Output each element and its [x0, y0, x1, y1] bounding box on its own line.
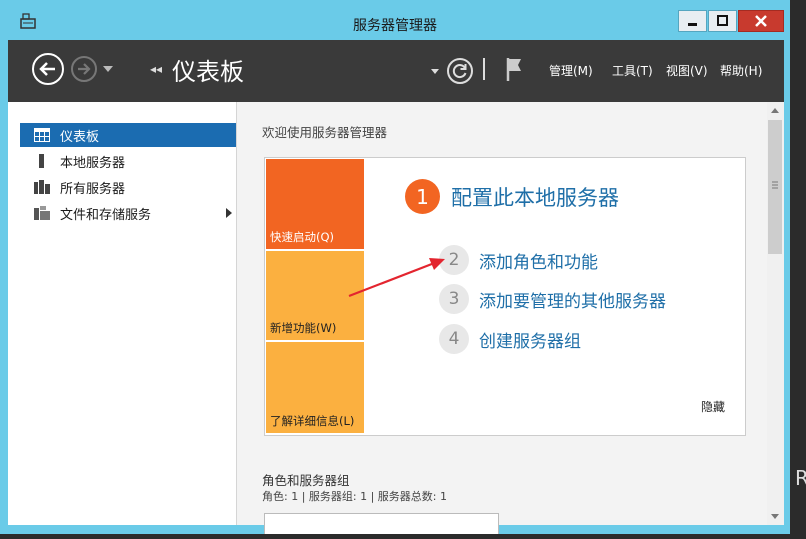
nav-item-label: 本地服务器 — [60, 155, 126, 171]
background-edge-text: R — [795, 466, 806, 490]
minimize-button[interactable] — [678, 10, 707, 32]
tile-label: 快速启动(Q) — [270, 230, 335, 244]
step-number-badge: 1 — [405, 179, 440, 214]
server-manager-window: 服务器管理器 ◂◂ 仪表板 管理(M) 工具(T) 视图(V) 帮助(H) 仪表… — [0, 0, 790, 534]
step-add-other-servers[interactable]: 3 添加要管理的其他服务器 — [439, 284, 666, 314]
local-server-icon — [34, 154, 50, 168]
scroll-down-icon[interactable] — [771, 514, 779, 519]
step-add-roles-features[interactable]: 2 添加角色和功能 — [439, 245, 598, 275]
dashboard-icon — [34, 128, 50, 142]
notifications-flag-icon[interactable] — [505, 56, 525, 86]
menu-view[interactable]: 视图(V) — [666, 62, 708, 79]
close-button[interactable] — [738, 10, 784, 32]
role-tile[interactable] — [264, 513, 499, 534]
step-create-server-group[interactable]: 4 创建服务器组 — [439, 324, 581, 354]
back-button[interactable] — [32, 53, 64, 85]
tile-label: 新增功能(W) — [270, 321, 337, 335]
refresh-button[interactable] — [447, 58, 473, 84]
menu-tools[interactable]: 工具(T) — [612, 62, 653, 79]
navigation-pane: 仪表板 本地服务器 所有服务器 文件和存储服务 — [8, 102, 237, 525]
dashboard-content: 欢迎使用服务器管理器 快速启动(Q) 新增功能(W) 了解详细信息(L) 1 配… — [237, 102, 767, 534]
refresh-dropdown-icon[interactable] — [431, 69, 439, 74]
tile-label: 了解详细信息(L) — [270, 414, 355, 428]
nav-item-file-storage[interactable]: 文件和存储服务 — [20, 201, 236, 225]
step-configure-local-server[interactable]: 1 配置此本地服务器 — [405, 179, 619, 214]
step-label[interactable]: 添加要管理的其他服务器 — [479, 287, 666, 312]
step-number-badge: 4 — [439, 324, 469, 354]
vertical-scrollbar[interactable] — [767, 102, 784, 525]
refresh-icon — [452, 64, 467, 79]
toolbar: ◂◂ 仪表板 管理(M) 工具(T) 视图(V) 帮助(H) — [8, 40, 784, 102]
file-storage-icon — [34, 206, 50, 220]
maximize-button[interactable] — [708, 10, 737, 32]
history-dropdown-icon[interactable] — [103, 66, 113, 72]
nav-item-local-server[interactable]: 本地服务器 — [20, 149, 236, 173]
step-label[interactable]: 创建服务器组 — [479, 327, 581, 352]
menu-help[interactable]: 帮助(H) — [720, 62, 762, 79]
nav-item-label: 文件和存储服务 — [60, 207, 152, 223]
nav-item-all-servers[interactable]: 所有服务器 — [20, 175, 236, 199]
scrollbar-thumb[interactable] — [768, 120, 782, 254]
nav-item-label: 所有服务器 — [60, 181, 126, 197]
annotation-arrow-icon — [348, 258, 445, 298]
breadcrumb-chevron-icon: ◂◂ — [150, 62, 163, 76]
welcome-title: 欢迎使用服务器管理器 — [262, 125, 388, 140]
forward-button[interactable] — [71, 56, 97, 82]
nav-item-dashboard[interactable]: 仪表板 — [20, 123, 236, 147]
arrow-right-icon — [78, 63, 91, 75]
roles-section-title: 角色和服务器组 — [262, 473, 350, 488]
all-servers-icon — [34, 180, 50, 194]
tile-quick-start[interactable]: 快速启动(Q) — [266, 159, 364, 249]
arrow-left-icon — [39, 62, 55, 76]
nav-item-label: 仪表板 — [60, 129, 100, 145]
toolbar-separator — [483, 58, 485, 80]
scroll-up-icon[interactable] — [771, 108, 779, 113]
title-bar[interactable]: 服务器管理器 — [0, 0, 790, 40]
step-label[interactable]: 配置此本地服务器 — [451, 182, 619, 212]
breadcrumb-title: 仪表板 — [172, 58, 244, 86]
expand-chevron-icon[interactable] — [226, 208, 232, 218]
menu-manage[interactable]: 管理(M) — [549, 62, 593, 79]
tile-learn-more[interactable]: 了解详细信息(L) — [266, 342, 364, 433]
window-title: 服务器管理器 — [353, 18, 437, 34]
welcome-panel: 快速启动(Q) 新增功能(W) 了解详细信息(L) 1 配置此本地服务器 2 添… — [264, 157, 746, 436]
hide-link[interactable]: 隐藏 — [701, 398, 725, 415]
step-label[interactable]: 添加角色和功能 — [479, 248, 598, 273]
roles-summary: 角色: 1 | 服务器组: 1 | 服务器总数: 1 — [262, 490, 448, 503]
